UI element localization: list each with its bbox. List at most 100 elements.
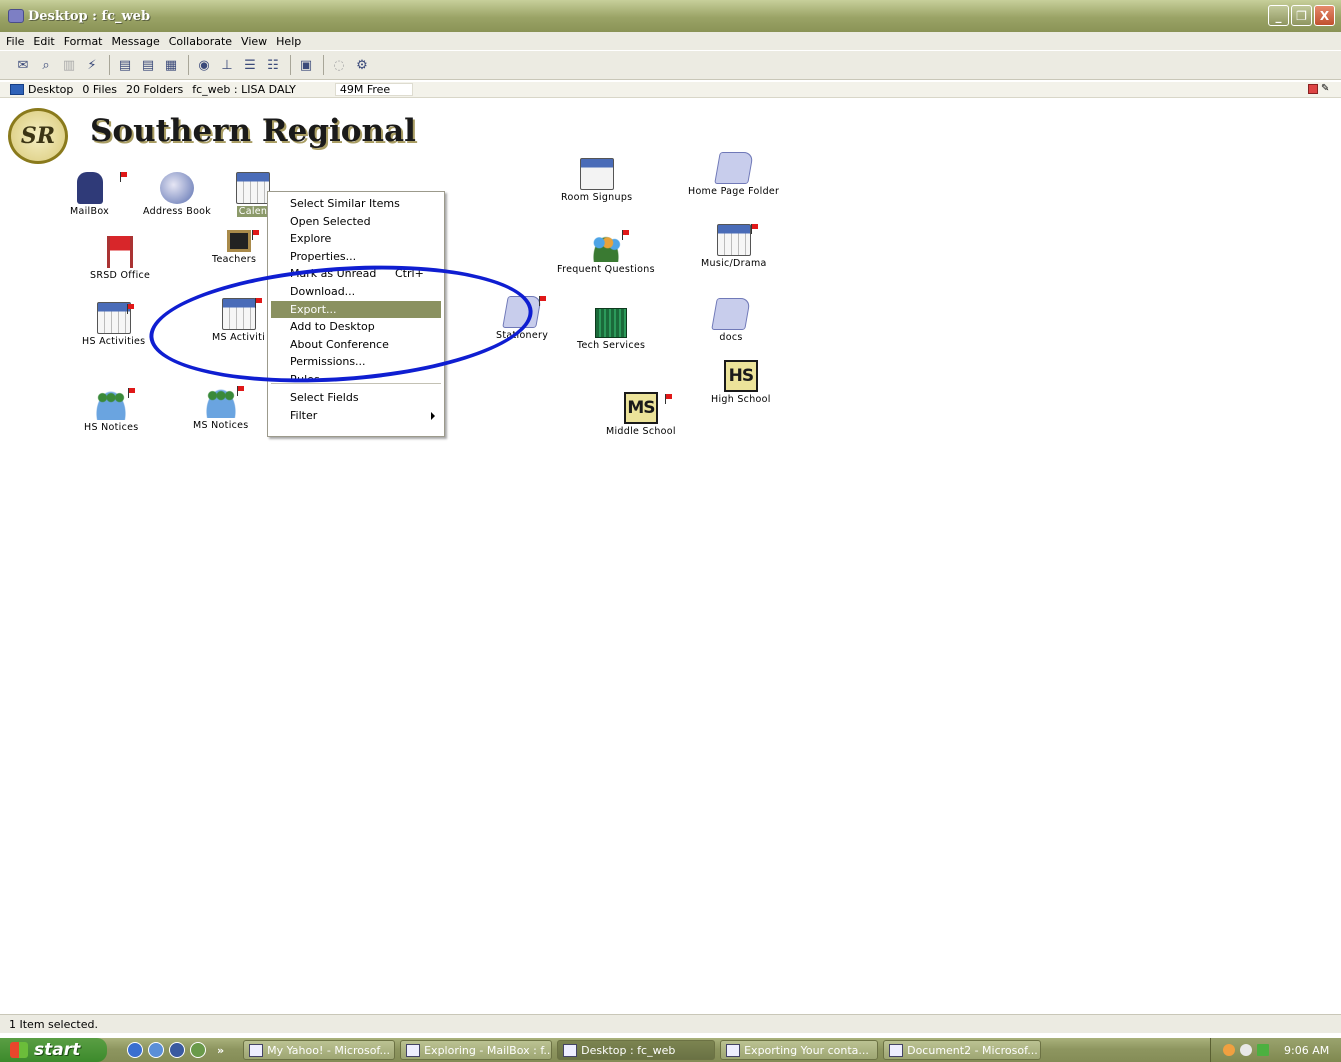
desktop-icon-stationery[interactable]: Stationery (496, 296, 548, 341)
taskbar-task[interactable]: My Yahoo! - Microsof... (243, 1040, 396, 1060)
menu-item-select-fields[interactable]: Select Fields (271, 389, 441, 407)
desktop-icon-middle-school[interactable]: MS Middle School (606, 392, 676, 437)
desktop-icon-frequent-questions[interactable]: Frequent Questions (557, 230, 655, 275)
task-app-icon (889, 1043, 904, 1057)
stationery-icon (502, 296, 542, 328)
desktop-icon-label: MailBox (70, 206, 110, 217)
menu-view[interactable]: View (241, 35, 267, 48)
menu-item-rules[interactable]: Rules (271, 371, 441, 379)
user-label: fc_web : LISA DALY (192, 83, 296, 96)
restore-button[interactable]: ❐ (1291, 5, 1312, 26)
signal-icon[interactable] (1257, 1044, 1269, 1056)
address-book-icon (160, 172, 195, 204)
ms-notices-icon (203, 386, 238, 418)
outlook-icon[interactable] (169, 1042, 185, 1058)
home-page-folder-icon (713, 152, 754, 184)
desktop-icon-teachers[interactable]: Teachers (212, 230, 259, 265)
unread-flag-icon (252, 230, 259, 240)
srsd-office-icon (107, 236, 134, 268)
desktop-icon-label: MS Notices (193, 420, 249, 431)
desktop-icon-hs-notices[interactable]: HS Notices (84, 388, 139, 433)
menu-collaborate[interactable]: Collaborate (169, 35, 232, 48)
desktop-icon-mailbox[interactable]: MailBox (70, 172, 127, 217)
close-button[interactable]: X (1314, 5, 1335, 26)
desktop-icon-hs-activities[interactable]: HS Activities (82, 302, 145, 347)
start-button[interactable]: start (0, 1038, 107, 1062)
desktop-icon-docs[interactable]: docs (711, 298, 751, 343)
menu-item-properties[interactable]: Properties... (271, 248, 441, 266)
taskbar-task[interactable]: Exporting Your conta... (720, 1040, 879, 1060)
desktop-icon-room-signups[interactable]: Room Signups (561, 158, 632, 203)
minimize-button[interactable]: _ (1268, 5, 1289, 26)
room-signups-icon (579, 158, 614, 190)
menu-item-permissions[interactable]: Permissions... (271, 353, 441, 371)
menu-item-label: Open Selected (290, 214, 371, 228)
desktop-icon-address-book[interactable]: Address Book (143, 172, 211, 217)
menu-message[interactable]: Message (112, 35, 160, 48)
delete-icon[interactable]: ▥ (60, 56, 78, 74)
menu-item-about-conference[interactable]: About Conference (271, 336, 441, 354)
open-conference-icon[interactable]: ▣ (297, 56, 315, 74)
people-icon[interactable]: ☷ (264, 56, 282, 74)
window-layout-icon[interactable] (1308, 84, 1318, 94)
desktop-icon-label: Frequent Questions (557, 264, 655, 275)
desktop-icon-label: Address Book (143, 206, 212, 217)
taskbar-task[interactable]: Document2 - Microsof... (883, 1040, 1042, 1060)
menu-item-download[interactable]: Download... (271, 283, 441, 301)
find-icon[interactable]: ⌕ (37, 56, 55, 74)
filter-icon[interactable]: ⊥ (218, 56, 236, 74)
disabled-icon[interactable]: ◌ (330, 56, 348, 74)
browser-icon[interactable] (148, 1042, 164, 1058)
tray-arrow-icon[interactable] (1223, 1044, 1235, 1056)
desktop-icon-srsd-office[interactable]: SRSD Office (90, 236, 150, 281)
ie-icon[interactable] (127, 1042, 143, 1058)
desktop-icon-label: Middle School (606, 426, 676, 437)
sort-icon[interactable]: ☰ (241, 56, 259, 74)
desktop-icon-calendar[interactable]: Calen (236, 172, 270, 217)
menu-item-label: Select Fields (290, 390, 359, 404)
app-icon (8, 9, 24, 23)
system-tray: 9:06 AM (1210, 1038, 1341, 1062)
desktop-icon-ms-activities[interactable]: MS Activiti (212, 298, 265, 343)
menu-file[interactable]: File (6, 35, 24, 48)
hs-activities-icon (96, 302, 131, 334)
window-title-bar[interactable]: Desktop : fc_web _ ❐ X (0, 0, 1341, 32)
taskbar-task[interactable]: Exploring - MailBox : f... (400, 1040, 553, 1060)
taskbar: start » My Yahoo! - Microsof... Exploring… (0, 1038, 1341, 1062)
new-folder-icon[interactable]: ▤ (116, 56, 134, 74)
menu-item-label: Export... (290, 302, 337, 316)
menu-item-label: Download... (290, 284, 356, 298)
new-conference-icon[interactable]: ▤ (139, 56, 157, 74)
volume-icon[interactable] (1240, 1044, 1252, 1056)
menu-item-explore[interactable]: Explore (271, 230, 441, 248)
menu-item-mark-as-unread[interactable]: Mark as Unread Ctrl+ (271, 265, 441, 283)
task-label: My Yahoo! - Microsof... (267, 1043, 390, 1057)
task-app-icon (406, 1043, 421, 1057)
window-title: Desktop : fc_web (28, 8, 151, 24)
menu-item-select-similar-items[interactable]: Select Similar Items (271, 195, 441, 213)
network-icon[interactable]: ⚙ (353, 56, 371, 74)
desktop-icon-music-drama[interactable]: Music/Drama (701, 224, 767, 269)
connect-icon[interactable]: ⚡ (83, 56, 101, 74)
menu-format[interactable]: Format (64, 35, 103, 48)
new-message-icon[interactable]: ✉ (14, 56, 32, 74)
menu-item-add-to-desktop[interactable]: Add to Desktop (271, 318, 441, 336)
menu-edit[interactable]: Edit (33, 35, 54, 48)
menu-item-filter[interactable]: Filter (271, 407, 441, 425)
calendar-icon[interactable]: ◉ (195, 56, 213, 74)
menu-item-open-selected[interactable]: Open Selected (271, 213, 441, 231)
taskbar-task[interactable]: Desktop : fc_web (557, 1040, 716, 1060)
menu-help[interactable]: Help (276, 35, 301, 48)
desktop-icon-home-page-folder[interactable]: Home Page Folder (688, 152, 779, 197)
menu-item-export[interactable]: Export... (271, 300, 441, 319)
quicklaunch-more-button[interactable]: » (217, 1044, 224, 1057)
edit-pencil-icon[interactable]: ✎ (1321, 84, 1331, 94)
media-icon[interactable] (190, 1042, 206, 1058)
desktop-icon-label: Stationery (496, 330, 549, 341)
unread-flag-icon (622, 230, 629, 240)
quick-launch: » (127, 1042, 224, 1058)
desktop-icon-ms-notices[interactable]: MS Notices (193, 386, 249, 431)
desktop-icon-tech-services[interactable]: Tech Services (577, 308, 645, 351)
desktop-icon-high-school[interactable]: HS High School (711, 360, 771, 405)
folder-properties-icon[interactable]: ▦ (162, 56, 180, 74)
